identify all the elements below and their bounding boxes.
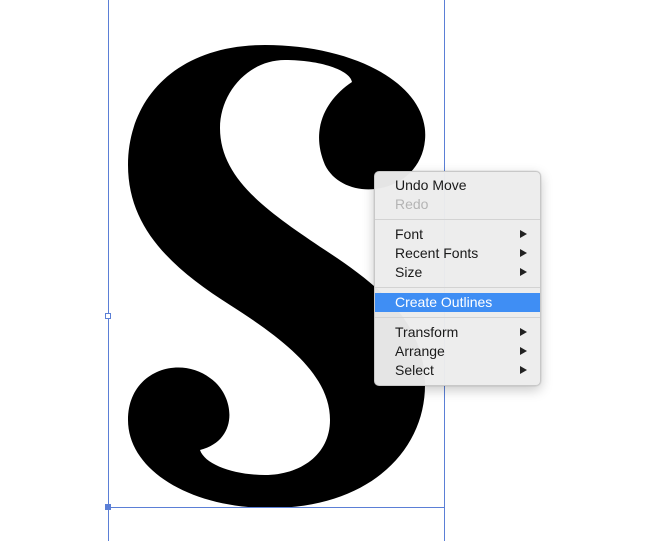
submenu-arrow-icon — [520, 366, 527, 374]
context-menu: Undo Move Redo Font Recent Fonts Size Create … — [374, 171, 541, 386]
menu-item-font[interactable]: Font — [375, 225, 540, 244]
menu-item-label: Create Outlines — [395, 294, 493, 310]
artboard-canvas[interactable] — [0, 0, 660, 541]
menu-item-size[interactable]: Size — [375, 263, 540, 282]
menu-item-select[interactable]: Select — [375, 361, 540, 380]
selection-handle-left-middle[interactable] — [105, 313, 111, 319]
menu-item-undo-move[interactable]: Undo Move — [375, 176, 540, 195]
letter-s-glyph[interactable] — [0, 0, 660, 541]
menu-item-label: Size — [395, 264, 423, 280]
menu-item-label: Undo Move — [395, 177, 467, 193]
menu-item-redo: Redo — [375, 195, 540, 214]
menu-item-label: Arrange — [395, 343, 445, 359]
submenu-arrow-icon — [520, 328, 527, 336]
submenu-arrow-icon — [520, 268, 527, 276]
selection-handle-bottom-left[interactable] — [105, 504, 111, 510]
menu-item-create-outlines[interactable]: Create Outlines — [375, 293, 540, 312]
menu-separator — [375, 219, 540, 220]
submenu-arrow-icon — [520, 249, 527, 257]
menu-item-label: Transform — [395, 324, 459, 340]
submenu-arrow-icon — [520, 230, 527, 238]
submenu-arrow-icon — [520, 347, 527, 355]
menu-item-label: Select — [395, 362, 434, 378]
menu-item-recent-fonts[interactable]: Recent Fonts — [375, 244, 540, 263]
selection-left-edge — [108, 0, 109, 541]
menu-item-label: Recent Fonts — [395, 245, 479, 261]
menu-item-arrange[interactable]: Arrange — [375, 342, 540, 361]
menu-separator — [375, 287, 540, 288]
menu-item-transform[interactable]: Transform — [375, 323, 540, 342]
menu-item-label: Font — [395, 226, 424, 242]
selection-bottom-edge — [108, 507, 445, 508]
menu-item-label: Redo — [395, 196, 429, 212]
menu-separator — [375, 317, 540, 318]
